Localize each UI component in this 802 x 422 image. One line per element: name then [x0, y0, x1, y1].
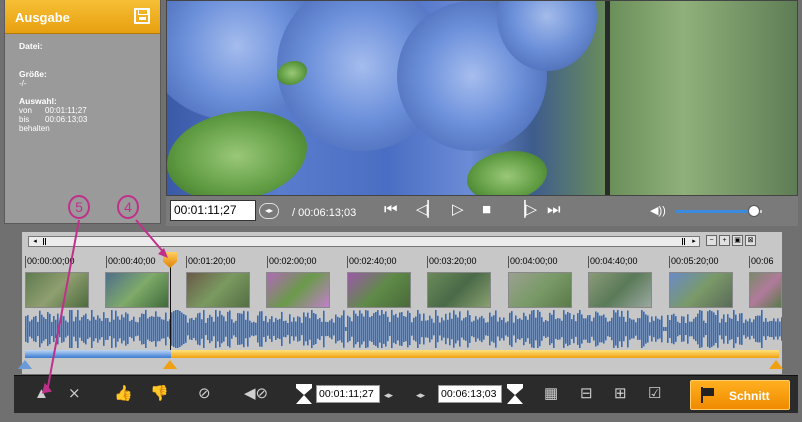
thumbs-up-icon[interactable]: 👍 [114, 386, 133, 402]
playhead-line[interactable] [170, 256, 171, 350]
selection-range-bar[interactable] [171, 350, 779, 358]
video-thumbnail [186, 272, 250, 308]
ruler-label: 00:04:40;00 [588, 256, 638, 268]
ruler-label: 00:02:00;00 [267, 256, 317, 268]
callout-5: 5 [68, 195, 90, 219]
from-label: von [19, 106, 32, 115]
size-label: Größe: [19, 69, 47, 79]
ruler-label: 00:03:20;00 [427, 256, 477, 268]
ruler-label: 00:02:40;00 [347, 256, 397, 268]
excluded-range-bar[interactable] [25, 350, 171, 358]
lamp-pole [605, 1, 610, 195]
jump-start-icon[interactable]: ⏮ [384, 202, 398, 218]
selection-label: Auswahl: [19, 96, 57, 106]
save-icon[interactable] [134, 8, 150, 24]
ruler-label: 00:06 [749, 256, 774, 268]
video-thumbnail [508, 272, 572, 308]
video-thumbnail [749, 272, 782, 308]
selection-start-marker-icon[interactable] [163, 360, 177, 369]
output-header: Ausgabe [5, 0, 160, 34]
size-value: -/- [19, 79, 27, 88]
audio-waveform[interactable] [25, 310, 782, 348]
zoom-all-icon[interactable]: ⊠ [745, 235, 756, 246]
volume-fill [676, 210, 752, 213]
mute-icon[interactable]: ◀⊘ [244, 386, 268, 402]
set-start-icon[interactable]: ▲ [34, 386, 49, 402]
timeline[interactable]: ◂ ▸ − + ▣ ⊠ 00:00:00;00 00:00:40;00 00:0… [18, 232, 783, 374]
zoom-out-icon[interactable]: − [706, 235, 717, 246]
leaf [167, 111, 307, 195]
volume-knob[interactable] [748, 205, 760, 217]
flag-icon [701, 387, 715, 403]
video-thumbnail [25, 272, 89, 308]
start-point-icon[interactable] [296, 384, 312, 404]
video-thumbnail [588, 272, 652, 308]
scroll-thumb-right[interactable] [682, 238, 685, 245]
cut-button-label: Schnitt [729, 389, 770, 403]
volume-icon[interactable]: ◀)) [650, 204, 666, 217]
step-back-icon[interactable]: ◁▏ [416, 202, 439, 218]
video-thumbnail [105, 272, 169, 308]
ruler-label: 00:05:20;00 [669, 256, 719, 268]
no-keyframe-icon[interactable]: ⊘ [198, 386, 211, 402]
video-thumbnail [669, 272, 733, 308]
timecode-spin-icon[interactable]: ◂▸ [259, 203, 279, 219]
stop-icon[interactable]: ■ [482, 202, 491, 218]
selection-info: Auswahl: von 00:01:11;27 bis 00:06:13;03 b… [5, 96, 160, 134]
output-panel: Ausgabe Datei: Größe: -/- Auswahl: von 00… [4, 0, 161, 224]
length-time-field[interactable]: 00:06:13;03 [438, 385, 502, 403]
ruler-label: 00:00:00;00 [25, 256, 75, 268]
size-info: Größe: -/- [5, 69, 160, 89]
to-value: 00:06:13;03 [45, 115, 88, 124]
jump-end-icon[interactable]: ⏭ [547, 202, 561, 218]
timecode-input[interactable]: 00:01:11;27 [170, 200, 256, 221]
zoom-fit-icon[interactable]: ▣ [732, 235, 743, 246]
selection-end-marker-icon[interactable] [769, 360, 783, 369]
scroll-thumb-left[interactable] [43, 238, 46, 245]
filmstrip-icon[interactable]: ▦ [544, 386, 558, 402]
output-title: Ausgabe [15, 10, 70, 25]
scroll-right-icon[interactable]: ▸ [689, 237, 699, 246]
bottom-toolbar: ▲ ⨯ 👍 👎 ⊘ ◀⊘ 00:01:11;27 ◂▸ ◂▸ 00:06:13;… [14, 375, 798, 413]
remove-marker-icon[interactable]: ⨯ [68, 386, 81, 402]
video-thumbnail [427, 272, 491, 308]
step-forward-icon[interactable]: ▕▷ [514, 202, 537, 218]
ruler-label: 00:00:40;00 [106, 256, 156, 268]
keep-label: behalten [19, 124, 50, 133]
checklist-icon[interactable]: ☑ [648, 386, 661, 402]
cut-button[interactable]: Schnitt [690, 380, 790, 410]
file-label: Datei: [19, 41, 43, 51]
zoom-in-icon[interactable]: + [719, 235, 730, 246]
end-point-icon[interactable] [507, 384, 523, 404]
trim-start-icon[interactable]: ⊟ [580, 386, 593, 402]
split-icon[interactable]: ⊞ [614, 386, 627, 402]
transport-bar: 00:01:11;27 ◂▸ / 00:06:13;03 ⏮ ◁▏ ▷ ■ ▕▷… [166, 196, 798, 226]
video-preview[interactable] [166, 0, 798, 196]
ruler-label: 00:01:20;00 [186, 256, 236, 268]
to-label: bis [19, 115, 30, 124]
app-window: Ausgabe Datei: Größe: -/- Auswahl: von 00… [0, 0, 802, 422]
video-thumbnail [266, 272, 330, 308]
ruler-label: 00:04:00;00 [508, 256, 558, 268]
time-ruler[interactable]: 00:00:00;00 00:00:40;00 00:01:20;00 00:0… [25, 256, 782, 270]
video-track[interactable] [25, 272, 782, 308]
callout-4: 4 [117, 195, 139, 219]
length-spin-icon[interactable]: ◂▸ [416, 387, 425, 403]
scroll-left-icon[interactable]: ◂ [30, 237, 40, 246]
from-value: 00:01:11;27 [45, 106, 87, 115]
leaf [467, 151, 547, 195]
start-marker-icon[interactable] [18, 360, 32, 369]
file-info: Datei: [5, 42, 160, 51]
video-thumbnail [347, 272, 411, 308]
timeline-scrollbar[interactable]: ◂ ▸ [28, 236, 700, 247]
start-time-field[interactable]: 00:01:11;27 [316, 385, 380, 403]
thumbs-down-icon[interactable]: 👎 [150, 386, 169, 402]
start-time-spin-icon[interactable]: ◂▸ [384, 387, 393, 403]
play-icon[interactable]: ▷ [452, 202, 464, 218]
total-time: / 00:06:13;03 [292, 207, 357, 219]
